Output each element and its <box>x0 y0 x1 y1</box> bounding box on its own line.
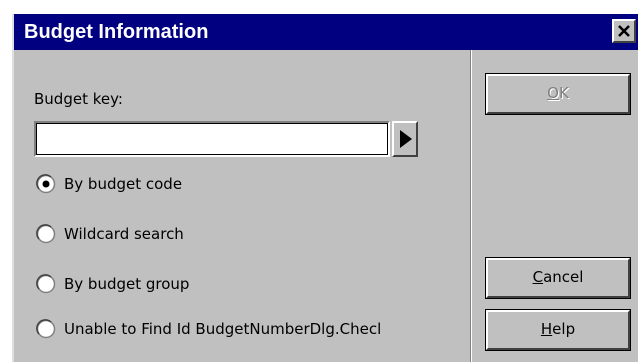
vertical-separator <box>470 50 472 362</box>
radio-unable-to-find-label: Unable to Find Id BudgetNumberDlg.Checl <box>64 320 382 338</box>
help-button-mnemonic: H <box>540 320 553 338</box>
radio-by-budget-code-label: By budget code <box>64 175 183 193</box>
cancel-button-label: ancel <box>543 268 584 286</box>
radio-by-budget-group-label: By budget group <box>64 275 190 293</box>
title-bar[interactable]: Budget Information <box>14 14 638 50</box>
budget-key-lookup-button[interactable] <box>392 121 418 157</box>
budget-information-dialog: Budget Information Budget key: By budget… <box>12 14 638 362</box>
help-button[interactable]: Help <box>485 309 631 351</box>
cancel-button[interactable]: Cancel <box>485 257 631 299</box>
close-icon <box>618 25 630 37</box>
ok-button-mnemonic: O <box>547 84 559 102</box>
help-button-label: elp <box>552 320 576 338</box>
budget-key-label: Budget key: <box>34 90 123 108</box>
budget-key-input[interactable] <box>34 121 390 157</box>
close-button[interactable] <box>612 19 636 43</box>
radio-wildcard-search-label: Wildcard search <box>64 225 184 243</box>
ok-button[interactable]: OK <box>485 73 631 115</box>
ok-button-label: K <box>558 84 569 102</box>
cancel-button-mnemonic: C <box>532 268 544 286</box>
triangle-right-icon <box>400 130 412 148</box>
radio-selected-icon[interactable] <box>36 174 56 194</box>
radio-unselected-icon[interactable] <box>36 274 56 294</box>
window-title: Budget Information <box>24 21 209 43</box>
radio-unselected-icon[interactable] <box>36 224 56 244</box>
radio-unselected-icon[interactable] <box>36 319 56 339</box>
